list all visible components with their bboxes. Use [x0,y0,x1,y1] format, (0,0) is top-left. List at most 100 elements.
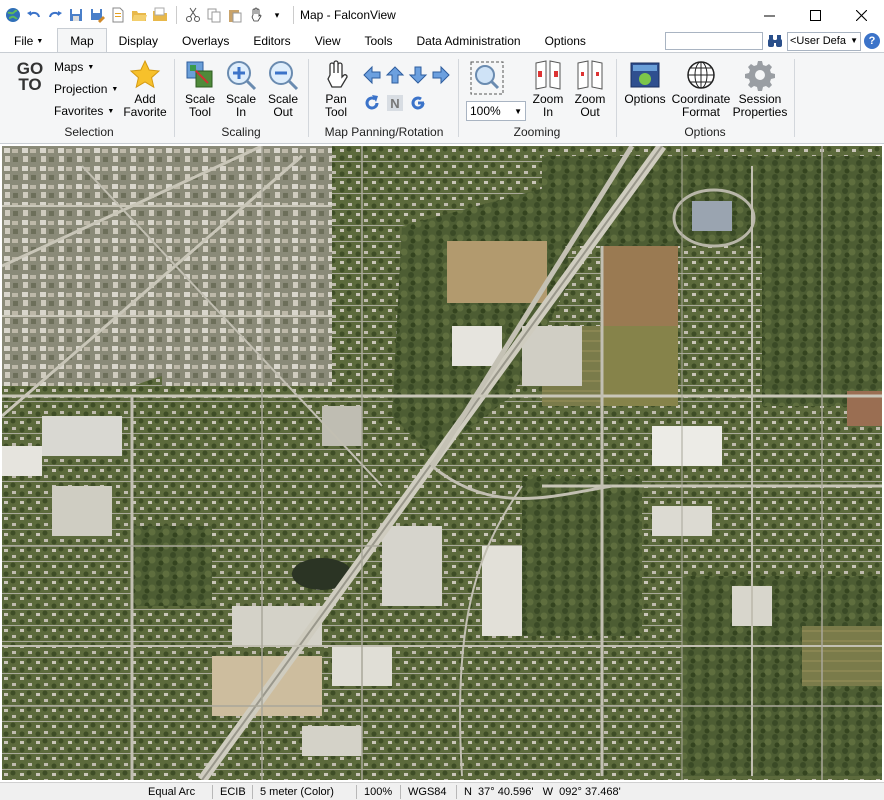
status-datum: WGS84 [408,786,447,798]
tab-display[interactable]: Display [107,30,170,52]
new-icon[interactable] [109,6,127,24]
status-separator [456,785,457,799]
open-folder-icon[interactable] [130,6,148,24]
maps-button[interactable]: Maps ▼ [54,60,94,74]
star-icon [129,59,161,91]
pan-left-icon[interactable] [362,65,382,85]
scale-tool-button[interactable]: Scale Tool [180,59,220,119]
search-input[interactable] [665,32,763,50]
svg-text:N: N [390,96,399,111]
tab-display-label: Display [118,34,158,48]
map-view[interactable] [2,146,882,780]
group-separator [458,59,459,137]
pan-up-icon[interactable] [385,65,405,85]
save-icon[interactable] [67,6,85,24]
copy-icon[interactable] [205,6,223,24]
scale-in-button[interactable]: Scale In [222,59,260,119]
zooming-group: 100% ▼ Zoom In Zoom Out Zooming [460,53,614,143]
coordinate-format-button[interactable]: Coordinate Format [670,59,732,119]
zoom-select[interactable]: 100% ▼ [466,101,526,121]
status-resolution: 5 meter (Color) [260,786,334,798]
maximize-icon[interactable] [792,0,838,30]
hand-icon[interactable] [247,6,265,24]
zoom-in-icon [225,59,257,91]
options-group-label: Options [684,125,726,139]
zoom-select-value: 100% [470,104,501,118]
chevron-down-icon: ▼ [111,85,119,93]
cut-icon[interactable] [184,6,202,24]
options-icon [629,59,661,91]
tab-tools[interactable]: Tools [352,30,404,52]
scaling-group: Scale Tool Scale In Scale Out Scaling [176,53,306,143]
ribbon-tabs: File ▼ Map Display Overlays Editors View… [0,28,884,52]
folder-icon[interactable] [151,6,169,24]
zoom-out-button[interactable]: Zoom Out [570,59,610,119]
chevron-down-icon: ▼ [107,107,115,115]
tab-data-administration[interactable]: Data Administration [405,30,533,52]
pan-right-icon[interactable] [431,65,451,85]
tab-view-label: View [314,34,341,48]
maps-label: Maps [54,60,84,74]
zoom-in-line2: In [542,105,553,119]
tab-file[interactable]: File ▼ [0,30,51,52]
rotate-reset-icon[interactable] [408,93,428,113]
user-defined-combo-value: <User Defa [790,35,846,47]
session-properties-button[interactable]: Session Properties [732,59,788,119]
zooming-group-label: Zooming [513,125,561,139]
favorites-label: Favorites [54,104,104,118]
save-as-icon[interactable] [88,6,106,24]
north-up-icon[interactable]: N [385,93,405,113]
binoculars-icon[interactable] [766,32,784,50]
tab-options[interactable]: Options [533,30,598,52]
undo-icon[interactable] [25,6,43,24]
redo-icon[interactable] [46,6,64,24]
add-favorite-button[interactable]: Add Favorite [122,59,168,119]
minimize-icon[interactable] [746,0,792,30]
add-favorite-line2: Favorite [123,105,167,119]
map-panning-group-label: Map Panning/Rotation [324,125,444,139]
projection-label: Projection [54,82,108,96]
tab-view[interactable]: View [303,30,353,52]
help-icon[interactable]: ? [864,33,880,49]
scale-in-line2: In [235,105,246,119]
title-bar: ▾ Map - FalconView [0,0,884,30]
chevron-down-icon: ▼ [87,63,95,71]
tab-overlays[interactable]: Overlays [170,30,241,52]
status-separator [252,785,253,799]
goto-button[interactable]: GO TO [12,60,48,93]
scale-tool-line2: Tool [188,105,211,119]
scale-out-button[interactable]: Scale Out [264,59,302,119]
pan-down-icon[interactable] [408,65,428,85]
close-icon[interactable] [838,0,884,30]
status-bar: Equal Arc ECIB 5 meter (Color) 100% WGS8… [0,782,884,800]
session-properties-line2: Properties [732,105,788,119]
tab-map-label: Map [70,33,94,48]
tab-map[interactable]: Map [57,28,107,52]
pan-tool-button[interactable]: Pan Tool [316,59,356,119]
falconview-window: ▾ Map - FalconView File ▼ Map Display Ov… [0,0,884,800]
magnifier-icon[interactable] [470,61,504,95]
tab-options-label: Options [544,34,586,48]
status-projection: Equal Arc [148,786,196,798]
scaling-group-label: Scaling [221,125,261,139]
zoom-out-line2: Out [580,105,600,119]
user-defined-combo[interactable]: <User Defa ▼ [787,31,861,51]
group-separator [174,59,175,137]
paste-icon[interactable] [226,6,244,24]
projection-button[interactable]: Projection ▼ [54,82,118,96]
options-button[interactable]: Options [622,59,668,106]
zoom-in-button[interactable]: Zoom In [528,59,568,119]
tab-editors-label: Editors [253,34,291,48]
window-title: Map - FalconView [300,8,396,22]
globe-icon[interactable] [4,6,22,24]
options-group: Options Coordinate Format Session Proper… [618,53,792,143]
satellite-map-image [2,146,882,780]
rotate-icon[interactable] [362,93,382,113]
zoom-in-pages-icon [532,59,564,91]
status-separator [212,785,213,799]
favorites-button[interactable]: Favorites ▼ [54,104,114,118]
group-separator [616,59,617,137]
dropdown-icon[interactable]: ▾ [268,6,286,24]
tab-editors[interactable]: Editors [241,30,302,52]
globe-grid-icon [685,59,717,91]
